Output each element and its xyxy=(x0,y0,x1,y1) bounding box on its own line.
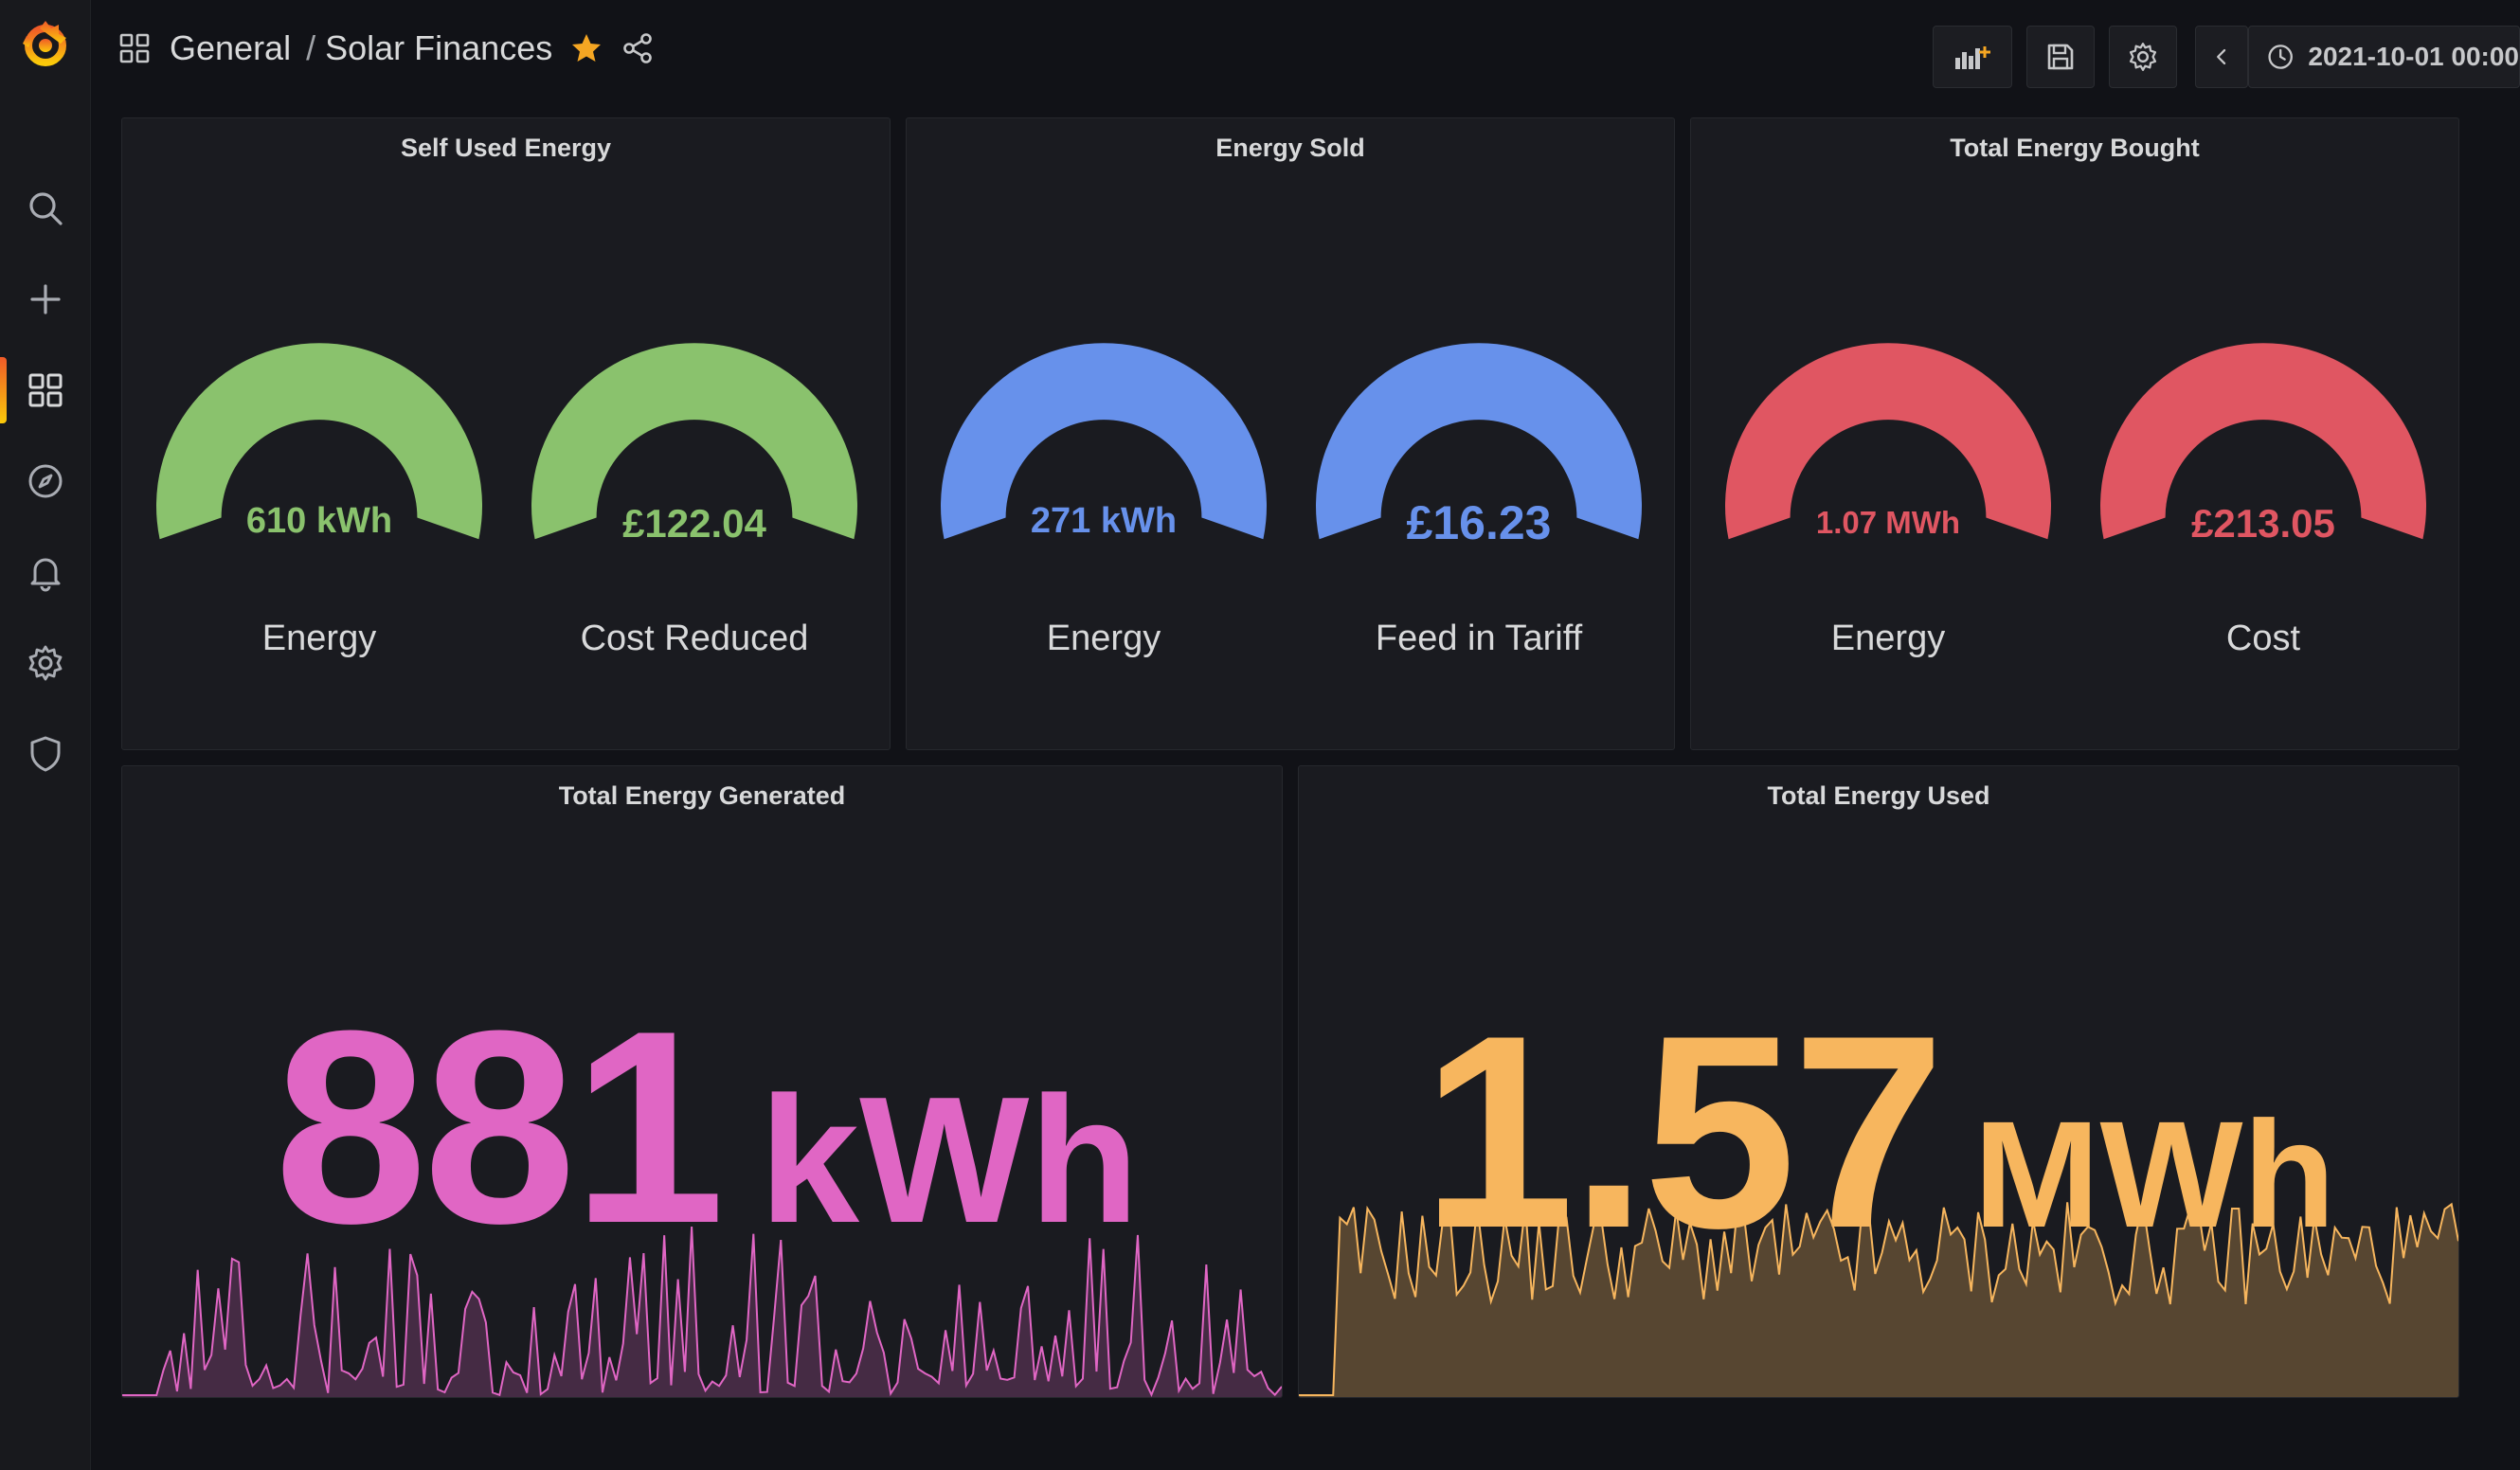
panel-total-energy-bought[interactable]: Total Energy Bought 1.07 MWh Energy £213… xyxy=(1690,117,2459,750)
save-dashboard-button[interactable] xyxy=(2026,26,2095,88)
gauge-value: 1.07 MWh xyxy=(1815,505,1961,540)
top-navbar: General / Solar Finances 2021-10-01 00:0… xyxy=(90,0,2520,114)
panel-title[interactable]: Total Energy Bought xyxy=(1691,134,2458,163)
stat-number: 881 xyxy=(274,974,726,1281)
gauge-value: 610 kWh xyxy=(245,501,393,541)
sidebar-item-create[interactable] xyxy=(0,266,90,332)
breadcrumb: General / Solar Finances xyxy=(118,28,655,68)
panel-total-energy-generated[interactable]: Total Energy Generated 881 kWh xyxy=(121,765,1283,1398)
panel-title[interactable]: Self Used Energy xyxy=(122,134,890,163)
gauge-cost: £213.05 Cost xyxy=(2093,332,2434,658)
dashboard-title[interactable]: Solar Finances xyxy=(325,28,552,68)
grafana-logo-icon[interactable] xyxy=(17,15,74,72)
sidebar-item-dashboards[interactable] xyxy=(0,357,90,423)
gauge-label: Energy xyxy=(1830,618,1946,658)
gauge-value: £213.05 xyxy=(2191,501,2335,546)
gauge-value: £16.23 xyxy=(1406,496,1552,549)
alerting-bell-icon xyxy=(30,558,60,592)
share-icon[interactable] xyxy=(621,31,655,65)
explore-compass-icon xyxy=(28,464,62,498)
settings-gear-icon xyxy=(28,645,62,681)
gauge-energy-sold: 271 kWh Energy xyxy=(933,332,1274,658)
stat-value: 881 kWh xyxy=(122,970,1282,1285)
time-shift-back-button[interactable] xyxy=(2195,26,2248,88)
gauge-label: Cost xyxy=(2225,618,2301,658)
stat-number: 1.57 xyxy=(1421,978,1945,1285)
panel-title[interactable]: Total Energy Generated xyxy=(122,781,1282,811)
gauge-cost-reduced: £122.04 Cost Reduced xyxy=(524,332,865,658)
stat-unit: MWh xyxy=(1973,1089,2336,1259)
dashboard-settings-button[interactable] xyxy=(2109,26,2177,88)
search-icon xyxy=(28,192,63,225)
gauge-value: £122.04 xyxy=(622,501,766,546)
star-icon[interactable] xyxy=(569,31,603,65)
sidebar-item-alerting[interactable] xyxy=(0,539,90,605)
dashboards-icon xyxy=(119,33,150,63)
panel-total-energy-used[interactable]: Total Energy Used 1.57 MWh xyxy=(1298,765,2459,1398)
gauge-feed-in-tariff: £16.23 Feed in Tariff xyxy=(1308,332,1649,658)
sidebar xyxy=(0,0,91,1470)
clock-icon xyxy=(2268,45,2293,69)
plus-icon xyxy=(29,284,61,314)
sidebar-item-search[interactable] xyxy=(0,175,90,242)
sidebar-item-configuration[interactable] xyxy=(0,630,90,696)
settings-gear-icon xyxy=(2129,43,2157,71)
dashboards-icon xyxy=(28,373,62,407)
add-panel-button[interactable] xyxy=(1933,26,2012,88)
shield-icon xyxy=(30,736,60,772)
gauge-self-used-energy: 610 kWh Energy xyxy=(149,332,490,658)
panel-title[interactable]: Total Energy Used xyxy=(1299,781,2458,811)
sidebar-item-explore[interactable] xyxy=(0,448,90,514)
add-panel-icon xyxy=(1955,46,1990,69)
gauge-energy-bought: 1.07 MWh Energy xyxy=(1718,332,2059,658)
panel-self-used-energy[interactable]: Self Used Energy 610 kWh Energy £122.04 … xyxy=(121,117,891,750)
chevron-left-icon xyxy=(2217,48,2226,65)
save-icon xyxy=(2047,44,2074,70)
panel-title[interactable]: Energy Sold xyxy=(907,134,1674,163)
sidebar-item-server-admin[interactable] xyxy=(0,721,90,787)
breadcrumb-separator: / xyxy=(306,28,316,67)
time-range-label: 2021-10-01 00:00 xyxy=(2308,42,2519,71)
gauge-label: Energy xyxy=(261,618,377,658)
stat-value: 1.57 MWh xyxy=(1299,975,2458,1290)
gauge-label: Cost Reduced xyxy=(580,618,809,658)
breadcrumb-folder[interactable]: General xyxy=(170,28,291,68)
gauge-label: Feed in Tariff xyxy=(1375,618,1583,658)
time-range-picker[interactable]: 2021-10-01 00:00 xyxy=(2248,26,2520,88)
stat-unit: kWh xyxy=(759,1060,1140,1261)
gauge-label: Energy xyxy=(1046,618,1161,658)
panel-energy-sold[interactable]: Energy Sold 271 kWh Energy £16.23 Feed i… xyxy=(906,117,1675,750)
gauge-value: 271 kWh xyxy=(1030,501,1178,541)
